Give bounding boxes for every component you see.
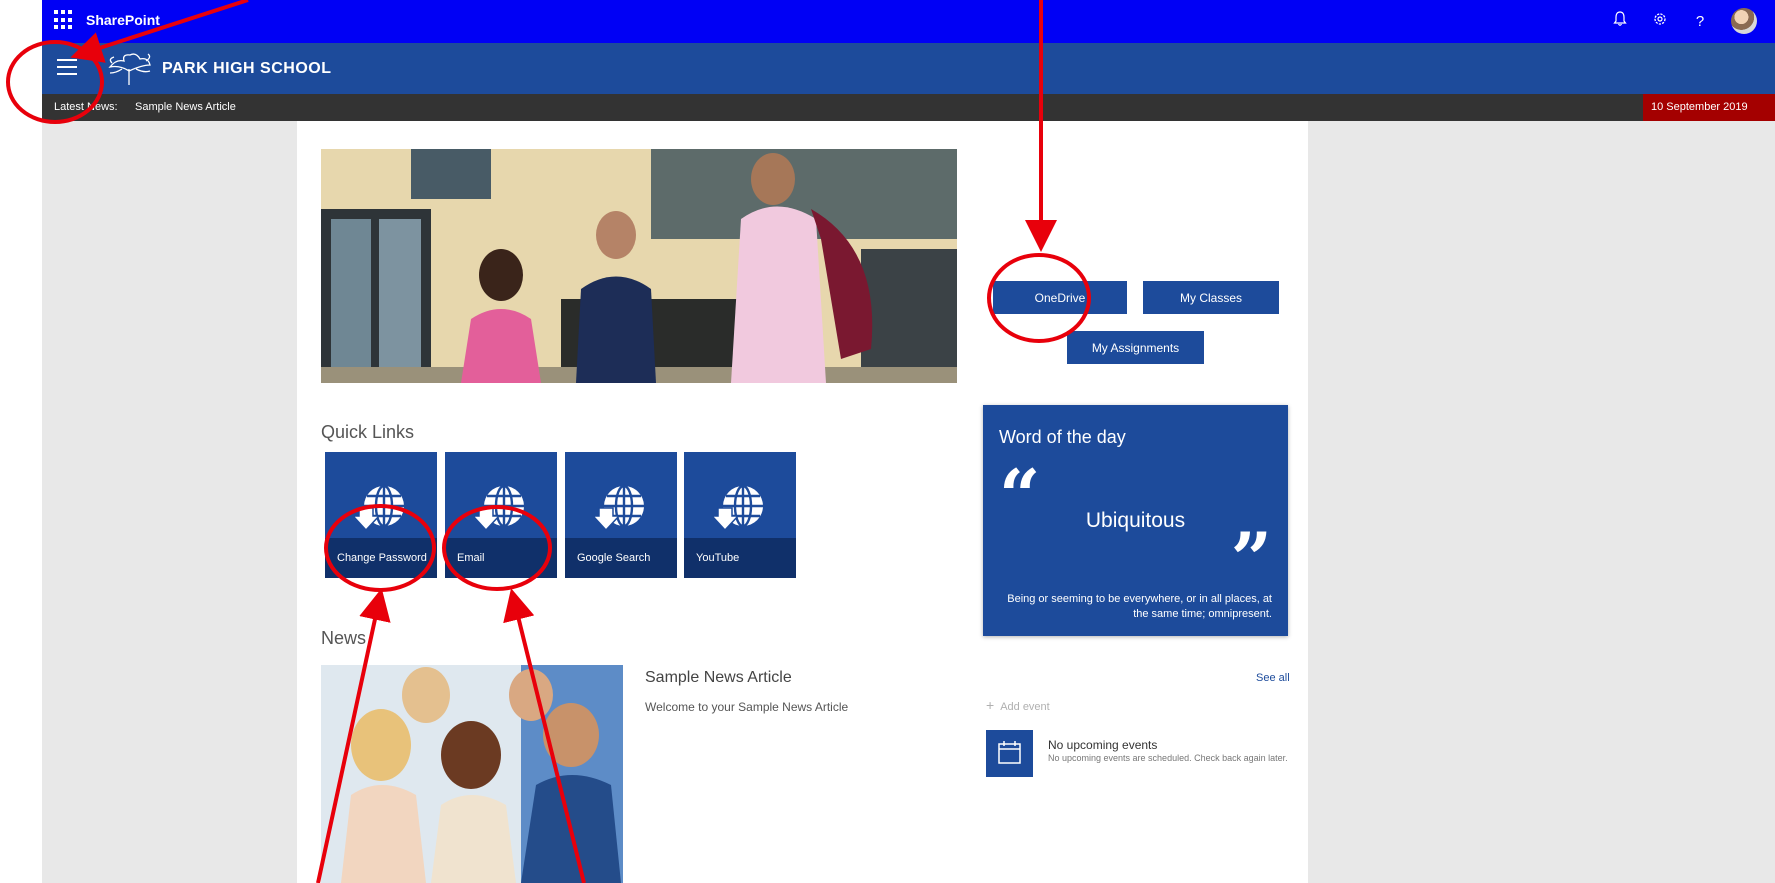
site-name[interactable]: PARK HIGH SCHOOL (162, 60, 331, 78)
hero-image (321, 149, 957, 383)
bell-icon[interactable] (1611, 11, 1629, 31)
school-logo-icon (108, 53, 151, 85)
my-classes-button[interactable]: My Classes (1143, 281, 1279, 314)
news-thumbnail[interactable] (321, 665, 623, 883)
quick-links-title: Quick Links (321, 422, 415, 442)
onedrive-button[interactable]: OneDrive (993, 281, 1127, 314)
suite-bar: SharePoint ? (42, 0, 1775, 43)
no-events-description: No upcoming events are scheduled. Check … (1048, 753, 1288, 763)
quick-link-google-search[interactable]: Google Search (565, 452, 677, 578)
latest-news-bar: Latest News: Sample News Article 10 Sept… (42, 94, 1775, 121)
globe-icon (714, 484, 763, 532)
no-events-title: No upcoming events (1048, 738, 1158, 752)
calendar-icon (986, 730, 1033, 777)
add-event-button[interactable]: + Add event (986, 697, 1050, 713)
latest-news-link[interactable]: Sample News Article (135, 101, 236, 113)
word-of-the-day-card: Word of the day “ Ubiquitous ” Being or … (983, 405, 1288, 636)
hamburger-menu-icon[interactable] (57, 59, 77, 75)
suite-actions: ? (1611, 8, 1775, 34)
quick-link-change-password[interactable]: Change Password (325, 452, 437, 578)
see-all-link[interactable]: See all (1256, 672, 1290, 684)
globe-icon (595, 484, 644, 532)
word-of-the-day-definition: Being or seeming to be everywhere, or in… (1007, 593, 1272, 620)
date-badge: 10 September 2019 (1643, 94, 1775, 121)
plus-icon: + (986, 697, 995, 713)
word-of-the-day-title: Word of the day (999, 427, 1126, 447)
news-article-description: Welcome to your Sample News Article (645, 700, 849, 714)
add-event-label: Add event (1000, 701, 1050, 713)
close-quote-icon: ” (1230, 516, 1272, 601)
suite-title[interactable]: SharePoint (86, 12, 160, 28)
quick-link-label: Change Password (337, 552, 427, 564)
app-launcher-icon[interactable] (54, 10, 74, 30)
gear-icon[interactable] (1651, 11, 1669, 31)
globe-icon (475, 484, 524, 532)
help-icon[interactable]: ? (1691, 13, 1709, 30)
quick-link-label: YouTube (696, 552, 740, 564)
news-title: News (321, 628, 367, 648)
site-header: PARK HIGH SCHOOL (42, 43, 1775, 94)
quick-link-email[interactable]: Email (445, 452, 557, 578)
news-article-title[interactable]: Sample News Article (645, 669, 792, 687)
quick-link-label: Google Search (577, 552, 651, 564)
latest-news-label: Latest News: (54, 101, 118, 113)
globe-icon (355, 484, 404, 532)
my-assignments-button[interactable]: My Assignments (1067, 331, 1204, 364)
quick-link-label: Email (457, 552, 485, 564)
quick-link-youtube[interactable]: YouTube (684, 452, 796, 578)
avatar[interactable] (1731, 8, 1757, 34)
